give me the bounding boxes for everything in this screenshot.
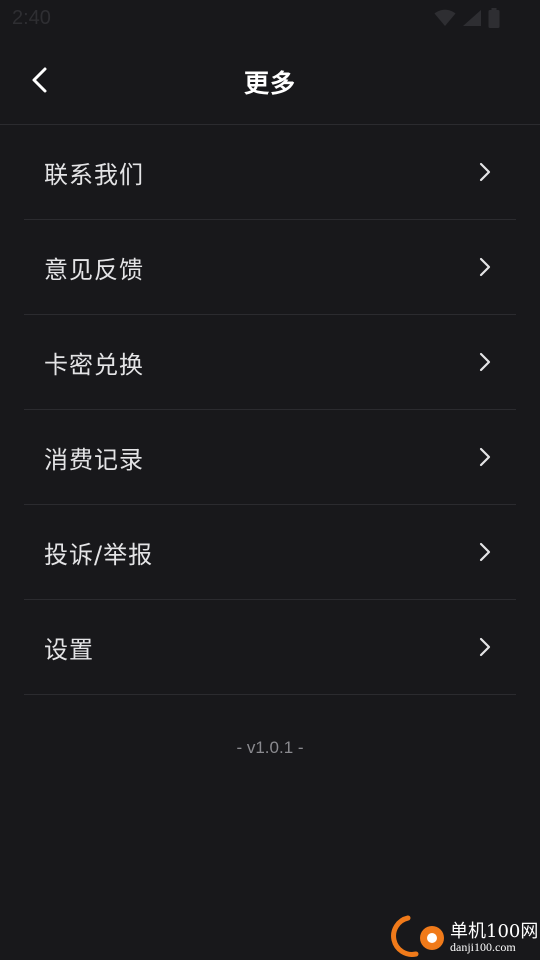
watermark-logo-icon <box>391 915 444 957</box>
menu-item-label: 意见反馈 <box>44 255 144 284</box>
menu-list: 联系我们 意见反馈 卡密兑换 消费记录 投诉/举报 设置 <box>24 125 516 695</box>
menu-item-purchase-history[interactable]: 消费记录 <box>24 410 516 505</box>
chevron-right-icon <box>479 447 491 467</box>
menu-item-label: 卡密兑换 <box>44 350 144 379</box>
more-screen: 2:40 更多 联系我们 意见反馈 卡密兑换 消费记录 投诉/举报 设置 - v… <box>0 0 540 960</box>
chevron-right-icon <box>479 257 491 277</box>
signal-icon <box>463 10 481 26</box>
menu-item-complaint-report[interactable]: 投诉/举报 <box>24 505 516 600</box>
header: 更多 <box>0 36 540 125</box>
menu-item-feedback[interactable]: 意见反馈 <box>24 220 516 315</box>
status-time: 2:40 <box>12 7 51 29</box>
status-icons <box>434 8 500 28</box>
chevron-right-icon <box>479 162 491 182</box>
menu-item-label: 投诉/举报 <box>44 540 154 569</box>
watermark: 单机100网 danji100.com <box>386 914 538 958</box>
status-bar: 2:40 <box>0 0 540 36</box>
watermark-url: danji100.com <box>450 940 516 954</box>
chevron-right-icon <box>479 637 491 657</box>
menu-item-contact-us[interactable]: 联系我们 <box>24 125 516 220</box>
menu-item-label: 设置 <box>44 635 94 664</box>
wifi-icon <box>434 9 456 26</box>
chevron-right-icon <box>479 542 491 562</box>
chevron-right-icon <box>479 352 491 372</box>
menu-item-card-redeem[interactable]: 卡密兑换 <box>24 315 516 410</box>
menu-item-settings[interactable]: 设置 <box>24 600 516 695</box>
app-version: - v1.0.1 - <box>236 738 304 757</box>
menu-item-label: 联系我们 <box>44 160 144 189</box>
battery-icon <box>488 8 500 28</box>
menu-item-label: 消费记录 <box>44 445 144 474</box>
page-title: 更多 <box>243 69 296 98</box>
